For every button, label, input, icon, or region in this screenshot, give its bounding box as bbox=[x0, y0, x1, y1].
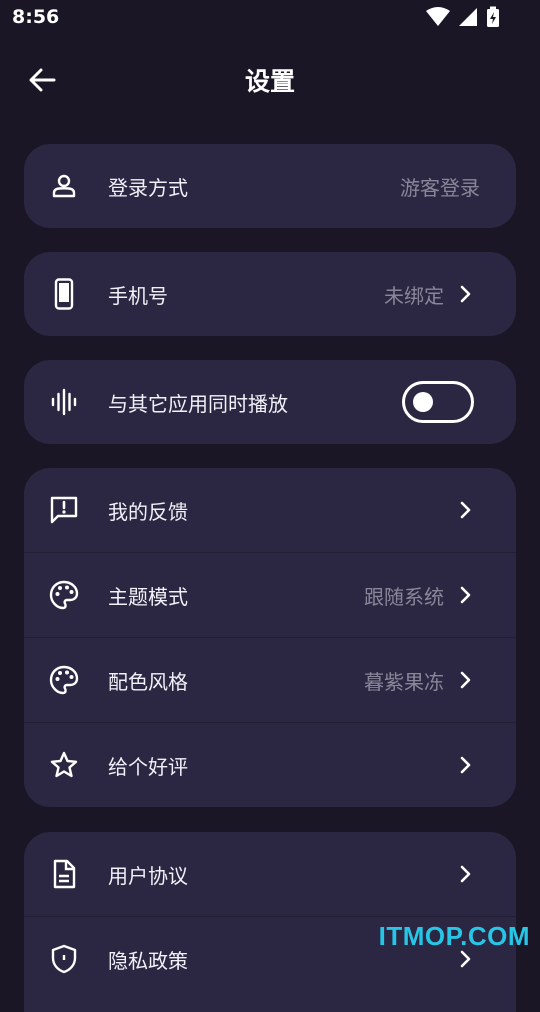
mix-playback-card: 与其它应用同时播放 bbox=[24, 360, 516, 444]
feedback-row[interactable]: 我的反馈 bbox=[24, 468, 516, 552]
app-bar: 设置 bbox=[0, 48, 540, 110]
status-bar: 8:56 bbox=[0, 0, 540, 36]
status-time: 8:56 bbox=[12, 6, 60, 28]
agreement-label: 用户协议 bbox=[108, 863, 188, 888]
wifi-icon bbox=[426, 7, 450, 26]
theme-mode-label: 主题模式 bbox=[108, 584, 188, 609]
color-style-label: 配色风格 bbox=[108, 669, 188, 694]
chevron-right-icon bbox=[458, 755, 474, 775]
palette-icon bbox=[48, 579, 80, 611]
privacy-label: 隐私政策 bbox=[108, 948, 188, 973]
chevron-right-icon bbox=[458, 284, 474, 304]
toggle-knob bbox=[413, 392, 433, 412]
mix-playback-row: 与其它应用同时播放 bbox=[24, 360, 516, 444]
login-card: 登录方式 游客登录 bbox=[24, 144, 516, 228]
phone-card: 手机号 未绑定 bbox=[24, 252, 516, 336]
star-icon bbox=[48, 749, 80, 781]
signal-icon bbox=[459, 8, 477, 26]
login-method-label: 登录方式 bbox=[108, 175, 188, 200]
login-method-value: 游客登录 bbox=[400, 175, 480, 200]
page-title: 设置 bbox=[244, 67, 295, 96]
rate-label: 给个好评 bbox=[108, 754, 188, 779]
mix-playback-label: 与其它应用同时播放 bbox=[108, 391, 288, 416]
login-method-row[interactable]: 登录方式 游客登录 bbox=[24, 144, 516, 228]
person-icon bbox=[48, 170, 80, 202]
palette-icon bbox=[48, 664, 80, 696]
battery-charging-icon bbox=[487, 6, 499, 27]
chevron-right-icon bbox=[458, 949, 474, 969]
chevron-right-icon bbox=[458, 585, 474, 605]
smartphone-icon bbox=[48, 278, 80, 310]
document-icon bbox=[48, 858, 80, 890]
feedback-label: 我的反馈 bbox=[108, 499, 188, 524]
color-style-row[interactable]: 配色风格 暮紫果冻 bbox=[24, 637, 516, 722]
mix-playback-toggle[interactable] bbox=[402, 381, 474, 423]
phone-value: 未绑定 bbox=[384, 283, 444, 308]
feedback-icon bbox=[48, 494, 80, 526]
agreement-row[interactable]: 用户协议 bbox=[24, 832, 516, 916]
color-style-value: 暮紫果冻 bbox=[364, 669, 444, 694]
rate-row[interactable]: 给个好评 bbox=[24, 722, 516, 807]
theme-mode-value: 跟随系统 bbox=[364, 584, 444, 609]
chevron-right-icon bbox=[458, 670, 474, 690]
shield-icon bbox=[48, 943, 80, 975]
audio-wave-icon bbox=[48, 386, 80, 418]
watermark: ITMOP.COM bbox=[378, 921, 530, 951]
chevron-right-icon bbox=[458, 500, 474, 520]
theme-mode-row[interactable]: 主题模式 跟随系统 bbox=[24, 552, 516, 637]
chevron-right-icon bbox=[458, 864, 474, 884]
preferences-card: 我的反馈 主题模式 跟随系统 配色风格 暮紫果冻 给个好评 bbox=[24, 468, 516, 807]
phone-row[interactable]: 手机号 未绑定 bbox=[24, 252, 516, 336]
phone-label: 手机号 bbox=[108, 283, 168, 308]
